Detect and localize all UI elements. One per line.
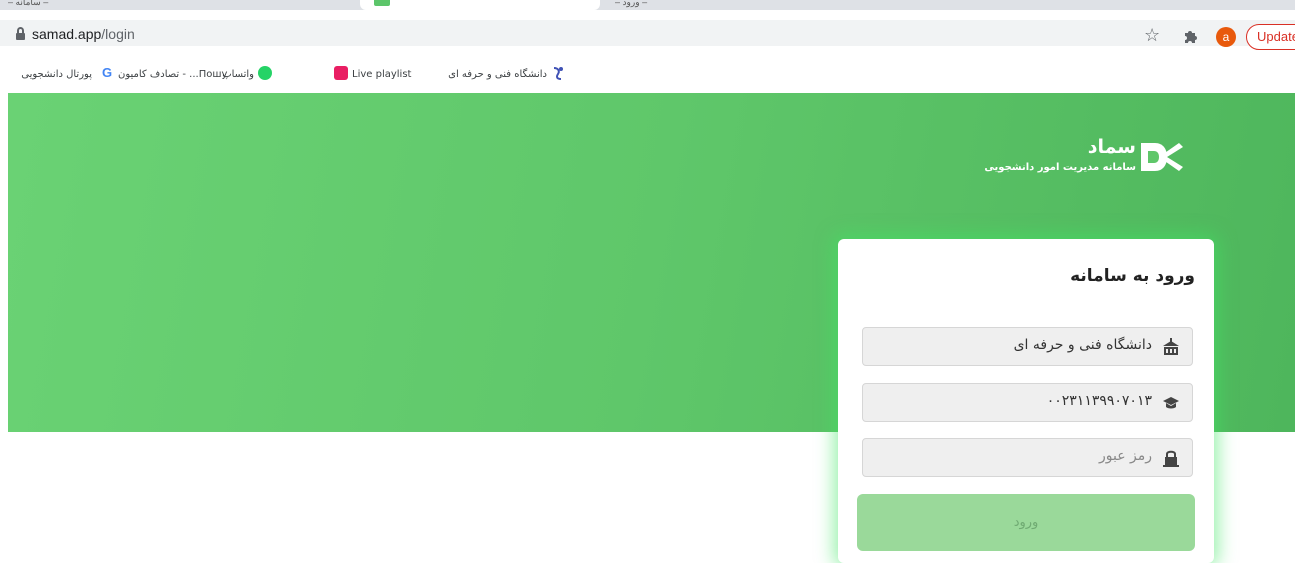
- building-icon: [1163, 338, 1179, 355]
- whatsapp-icon: [258, 66, 272, 80]
- samad-logo-icon: [1141, 143, 1183, 171]
- graduation-cap-icon: [1163, 397, 1179, 409]
- student-id-value: ۰۰۲۳۱۱۳۹۹۰۷۰۱۳: [1046, 393, 1152, 409]
- update-button[interactable]: Update: [1246, 24, 1295, 50]
- browser-tab-active[interactable]: [360, 0, 600, 10]
- bookmark-star-icon[interactable]: ☆: [1144, 27, 1160, 45]
- google-icon: G: [101, 65, 113, 80]
- login-submit-button[interactable]: ورود: [857, 494, 1195, 551]
- university-select[interactable]: دانشگاه فنی و حرفه ای: [862, 327, 1193, 366]
- browser-tab[interactable]: – ورود –: [615, 0, 845, 10]
- student-id-input[interactable]: ۰۰۲۳۱۱۳۹۹۰۷۰۱۳: [862, 383, 1193, 422]
- lock-icon[interactable]: [16, 27, 25, 41]
- tab-favicon-icon: [374, 0, 390, 6]
- profile-avatar[interactable]: a: [1216, 27, 1236, 47]
- bookmark-live-playlist[interactable]: Live playlist: [352, 67, 411, 83]
- omnibox[interactable]: [0, 20, 1295, 46]
- extensions-puzzle-icon[interactable]: [1184, 29, 1198, 43]
- brand-name: سماد: [1087, 136, 1136, 158]
- bookmark-university[interactable]: دانشگاه فنی و حرفه ای: [435, 67, 547, 83]
- browser-tab[interactable]: – سامانه –: [8, 0, 118, 10]
- university-value: دانشگاه فنی و حرفه ای: [1013, 337, 1152, 353]
- url-path: /login: [101, 26, 135, 42]
- url-host: samad.app: [32, 26, 102, 42]
- university-icon: [553, 67, 563, 80]
- url-text[interactable]: samad.app/login: [32, 26, 135, 42]
- playlist-icon: [334, 66, 348, 80]
- tab-strip: – سامانه – – ورود –: [0, 0, 1295, 10]
- brand-subtitle: سامانه مدیریت امور دانشجویی: [984, 162, 1136, 173]
- bookmark-google[interactable]: تصادف کامیون - ...Пошу: [118, 67, 250, 83]
- login-submit-label: ورود: [1013, 515, 1039, 530]
- bookmark-student-portal[interactable]: پورتال دانشجویی: [0, 67, 92, 83]
- padlock-icon: [1163, 450, 1179, 467]
- password-placeholder: رمز عبور: [1098, 448, 1152, 464]
- password-input[interactable]: رمز عبور: [862, 438, 1193, 477]
- login-title: ورود به سامانه: [1070, 266, 1195, 286]
